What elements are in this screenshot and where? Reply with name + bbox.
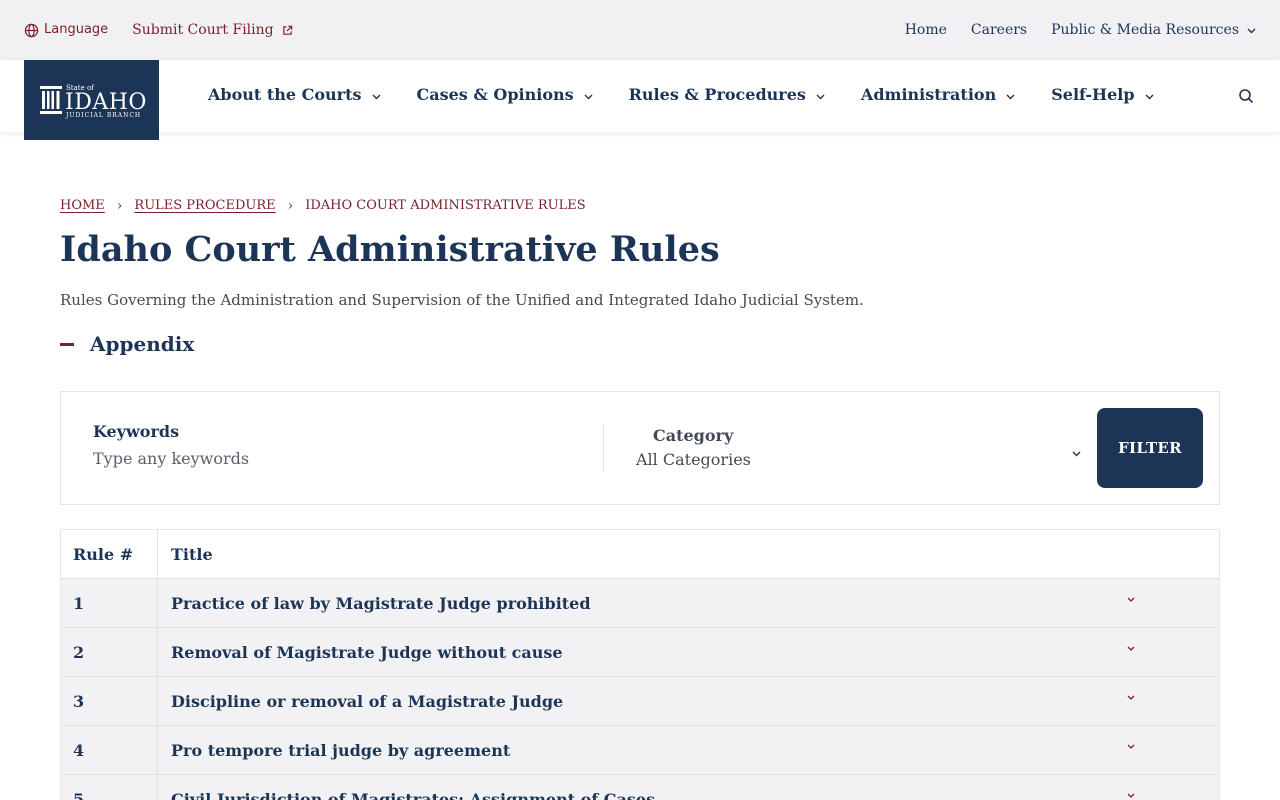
nav-administration[interactable]: Administration <box>861 84 1015 106</box>
utility-careers-label: Careers <box>970 22 1028 38</box>
category-select[interactable]: Category All Categories <box>636 424 1081 476</box>
minus-icon <box>60 342 74 346</box>
rule-number: 1 <box>61 579 158 627</box>
rule-number: 5 <box>61 775 158 800</box>
filter-button[interactable]: FILTER <box>1097 408 1203 488</box>
table-row[interactable]: 3 Discipline or removal of a Magistrate … <box>61 677 1219 726</box>
breadcrumb-separator: › <box>287 198 294 214</box>
chevron-down-icon <box>1121 775 1219 800</box>
chevron-down-icon <box>1072 442 1081 461</box>
search-icon <box>1238 89 1254 108</box>
appendix-toggle[interactable]: Appendix <box>60 330 194 358</box>
breadcrumb-home[interactable]: HOME <box>60 196 105 216</box>
nav-about-the-courts-label: About the Courts <box>208 85 362 104</box>
category-value: All Categories <box>636 450 751 469</box>
filter-panel: Keywords Category All Categories FILTER <box>60 391 1220 505</box>
table-row[interactable]: 1 Practice of law by Magistrate Judge pr… <box>61 579 1219 628</box>
logo-judicial-branch: JUDICIAL BRANCH <box>66 112 142 119</box>
keywords-input[interactable] <box>93 446 593 470</box>
nav-cases-opinions-label: Cases & Opinions <box>416 85 574 104</box>
header-rule-number: Rule # <box>61 530 158 578</box>
chevron-down-icon <box>1121 579 1219 627</box>
chevron-down-icon <box>584 84 593 106</box>
utility-right: Home Careers Public & Media Resources <box>881 20 1256 40</box>
utility-left: Language Submit Court Filing <box>24 20 293 40</box>
main-nav: About the Courts Cases & Opinions Rules … <box>208 84 1190 106</box>
idaho-judicial-branch-logo[interactable]: State of IDAHO JUDICIAL BRANCH <box>24 60 159 140</box>
nav-rules-procedures-label: Rules & Procedures <box>628 85 806 104</box>
main-header: State of IDAHO JUDICIAL BRANCH About the… <box>0 60 1280 140</box>
chevron-down-icon <box>1145 84 1154 106</box>
utility-public-media-label: Public & Media Resources <box>1051 22 1239 38</box>
rule-title: Practice of law by Magistrate Judge proh… <box>171 593 591 613</box>
category-label: Category <box>653 426 734 445</box>
utility-careers-link[interactable]: Careers <box>971 20 1027 40</box>
external-link-icon <box>282 25 293 36</box>
courthouse-icon <box>40 86 62 120</box>
table-row[interactable]: 4 Pro tempore trial judge by agreement <box>61 726 1219 775</box>
chevron-down-icon <box>1121 628 1219 676</box>
chevron-down-icon <box>1006 84 1015 106</box>
breadcrumb-current: IDAHO COURT ADMINISTRATIVE RULES <box>305 198 586 213</box>
keywords-label: Keywords <box>93 422 180 441</box>
page-title: Idaho Court Administrative Rules <box>60 229 720 270</box>
chevron-down-icon <box>816 84 825 106</box>
chevron-down-icon <box>1121 726 1219 774</box>
chevron-down-icon <box>1121 677 1219 725</box>
rule-title: Pro tempore trial judge by agreement <box>171 740 511 760</box>
rule-number: 4 <box>61 726 158 774</box>
language-selector[interactable]: Language <box>24 20 108 40</box>
utility-home-label: Home <box>904 22 947 38</box>
submit-court-filing-link[interactable]: Submit Court Filing <box>132 20 292 40</box>
nav-self-help-label: Self-Help <box>1051 85 1135 104</box>
utility-bar: Language Submit Court Filing Home Career… <box>0 0 1280 60</box>
table-row[interactable]: 2 Removal of Magistrate Judge without ca… <box>61 628 1219 677</box>
utility-home-link[interactable]: Home <box>905 20 947 40</box>
nav-cases-opinions[interactable]: Cases & Opinions <box>417 84 593 106</box>
table-header-row: Rule # Title <box>61 530 1219 579</box>
nav-self-help[interactable]: Self-Help <box>1051 84 1154 106</box>
globe-icon <box>24 23 39 38</box>
nav-about-the-courts[interactable]: About the Courts <box>208 84 381 106</box>
rule-title: Civil Jurisdiction of Magistrates; Assig… <box>171 789 656 800</box>
rule-number: 3 <box>61 677 158 725</box>
header-title: Title <box>171 544 213 564</box>
breadcrumb: HOME › RULES PROCEDURE › IDAHO COURT ADM… <box>60 196 586 216</box>
chevron-down-icon <box>372 84 381 106</box>
language-label: Language <box>44 22 109 37</box>
filter-divider <box>603 424 604 472</box>
appendix-label: Appendix <box>90 332 195 356</box>
nav-rules-procedures[interactable]: Rules & Procedures <box>629 84 825 106</box>
utility-public-media-resources-link[interactable]: Public & Media Resources <box>1051 20 1256 40</box>
chevron-down-icon <box>1247 20 1256 40</box>
breadcrumb-separator: › <box>116 198 123 214</box>
rules-table: Rule # Title 1 Practice of law by Magist… <box>60 529 1220 800</box>
rule-number: 2 <box>61 628 158 676</box>
keywords-field: Keywords <box>93 420 603 476</box>
search-button[interactable] <box>1238 88 1256 106</box>
page-description: Rules Governing the Administration and S… <box>60 291 864 309</box>
nav-administration-label: Administration <box>860 85 997 104</box>
rule-title: Removal of Magistrate Judge without caus… <box>171 642 563 662</box>
rule-title: Discipline or removal of a Magistrate Ju… <box>171 691 564 711</box>
breadcrumb-rules-procedure[interactable]: RULES PROCEDURE <box>134 196 275 216</box>
table-row[interactable]: 5 Civil Jurisdiction of Magistrates; Ass… <box>61 775 1219 800</box>
submit-court-filing-label: Submit Court Filing <box>132 22 274 38</box>
